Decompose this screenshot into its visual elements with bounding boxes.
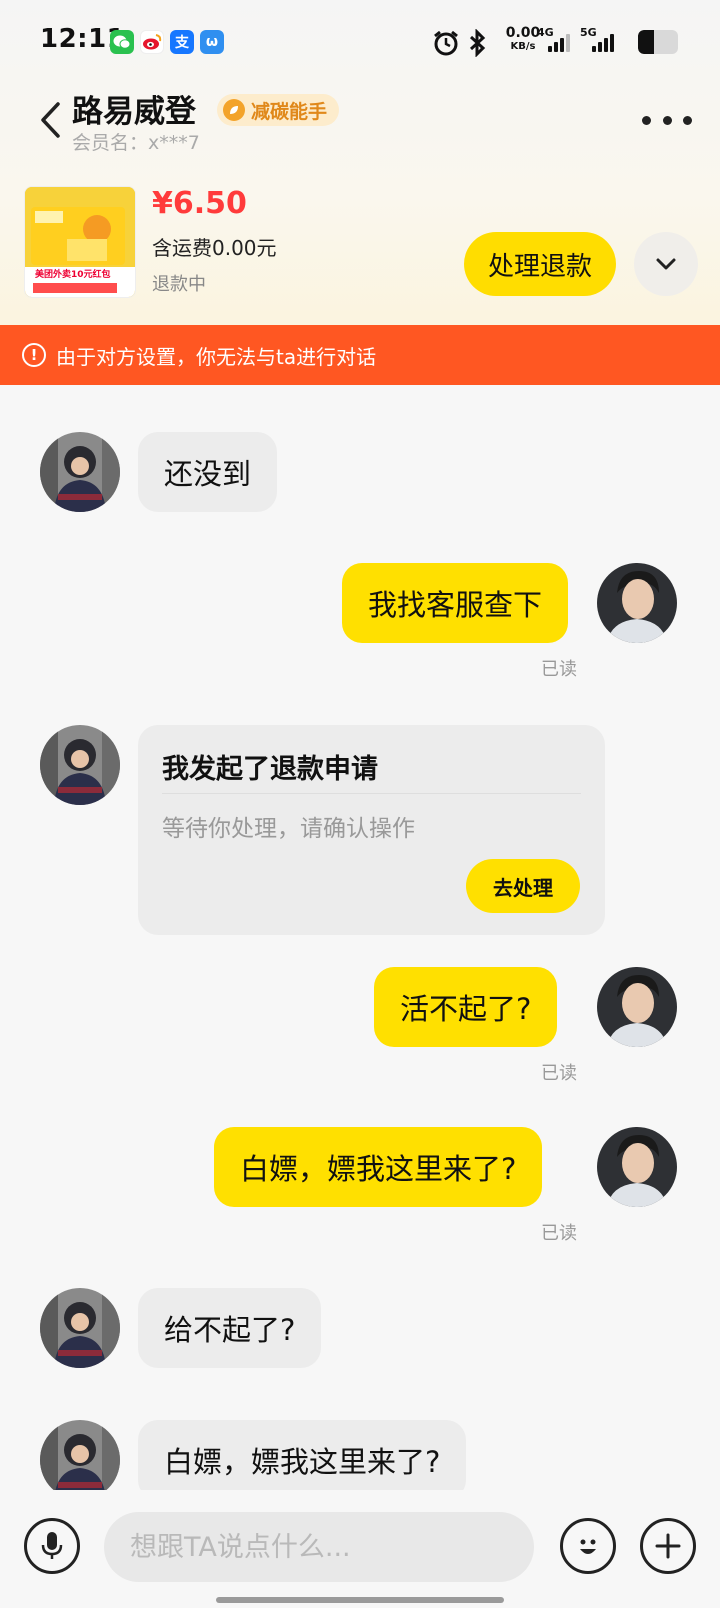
home-indicator[interactable] [216,1597,504,1603]
leaf-icon [223,99,245,121]
contact-name: 路易威登 [72,94,196,130]
order-thumbnail[interactable]: 美团外卖10元红包 [24,186,136,298]
chevron-left-icon [41,102,60,138]
more-actions-button[interactable] [640,1518,696,1574]
contact-avatar[interactable] [40,725,120,805]
warning-text: 由于对方设置，你无法与ta进行对话 [56,344,377,369]
my-avatar[interactable] [597,563,677,643]
read-receipt: 已读 [541,659,577,680]
microphone-icon [41,1532,63,1559]
expand-order-button[interactable] [634,232,698,296]
voice-input-button[interactable] [24,1518,80,1574]
order-shipping: 含运费0.00元 [152,236,277,260]
message-bubble-sent: 白嫖，嫖我这里来了? [214,1127,543,1207]
handle-refund-button[interactable]: 处理退款 [464,232,616,296]
wechat-icon [110,30,134,54]
weibo-icon [140,30,164,54]
message-bubble-sent: 我找客服查下 [342,563,569,643]
contact-avatar[interactable] [40,432,120,512]
contact-avatar[interactable] [40,1288,120,1368]
refund-card-title: 我发起了退款申请 [162,754,378,785]
divider [162,793,581,794]
alarm-icon [432,29,460,61]
warning-banner: ! 由于对方设置，你无法与ta进行对话 [0,325,720,385]
alipay-icon: 支 [170,30,194,54]
bluetooth-icon [466,28,488,61]
signal-5g-icon [592,34,614,52]
message-input[interactable] [104,1512,534,1582]
refund-card-description: 等待你处理，请确认操作 [162,816,415,842]
emoji-icon [580,1539,596,1554]
back-button[interactable] [30,96,70,144]
my-avatar[interactable] [597,1127,677,1207]
status-bar: 12:11 支 ω 0.00 KB/s 4G 5G [0,0,720,84]
mini-app-icon: ω [200,30,224,54]
plus-icon [655,1533,681,1559]
member-name: 会员名：x***7 [72,132,200,154]
message-bubble-received: 还没到 [138,432,278,512]
thumbnail-label: 美团外卖10元红包 [35,270,111,280]
more-options-button[interactable] [642,110,692,130]
refund-request-card: 我发起了退款申请 等待你处理，请确认操作 去处理 [138,725,605,935]
order-price: ¥6.50 [152,186,247,221]
go-handle-button[interactable]: 去处理 [466,859,580,913]
network-speed: 0.00 KB/s [505,25,541,52]
message-bubble-sent: 活不起了? [374,967,558,1047]
message-bubble-received: 白嫖，嫖我这里来了? [138,1420,467,1500]
user-badge: 减碳能手 [217,94,340,126]
emoji-button[interactable] [560,1518,616,1574]
order-status: 退款中 [152,274,206,295]
battery-icon [638,30,678,54]
chevron-down-icon [656,258,676,270]
contact-avatar[interactable] [40,1420,120,1500]
message-bubble-received: 给不起了? [138,1288,322,1368]
badge-label: 减碳能手 [251,100,328,123]
read-receipt: 已读 [541,1063,577,1084]
my-avatar[interactable] [597,967,677,1047]
signal-4g-icon [548,34,570,52]
warning-icon: ! [22,343,46,367]
read-receipt: 已读 [541,1223,577,1244]
